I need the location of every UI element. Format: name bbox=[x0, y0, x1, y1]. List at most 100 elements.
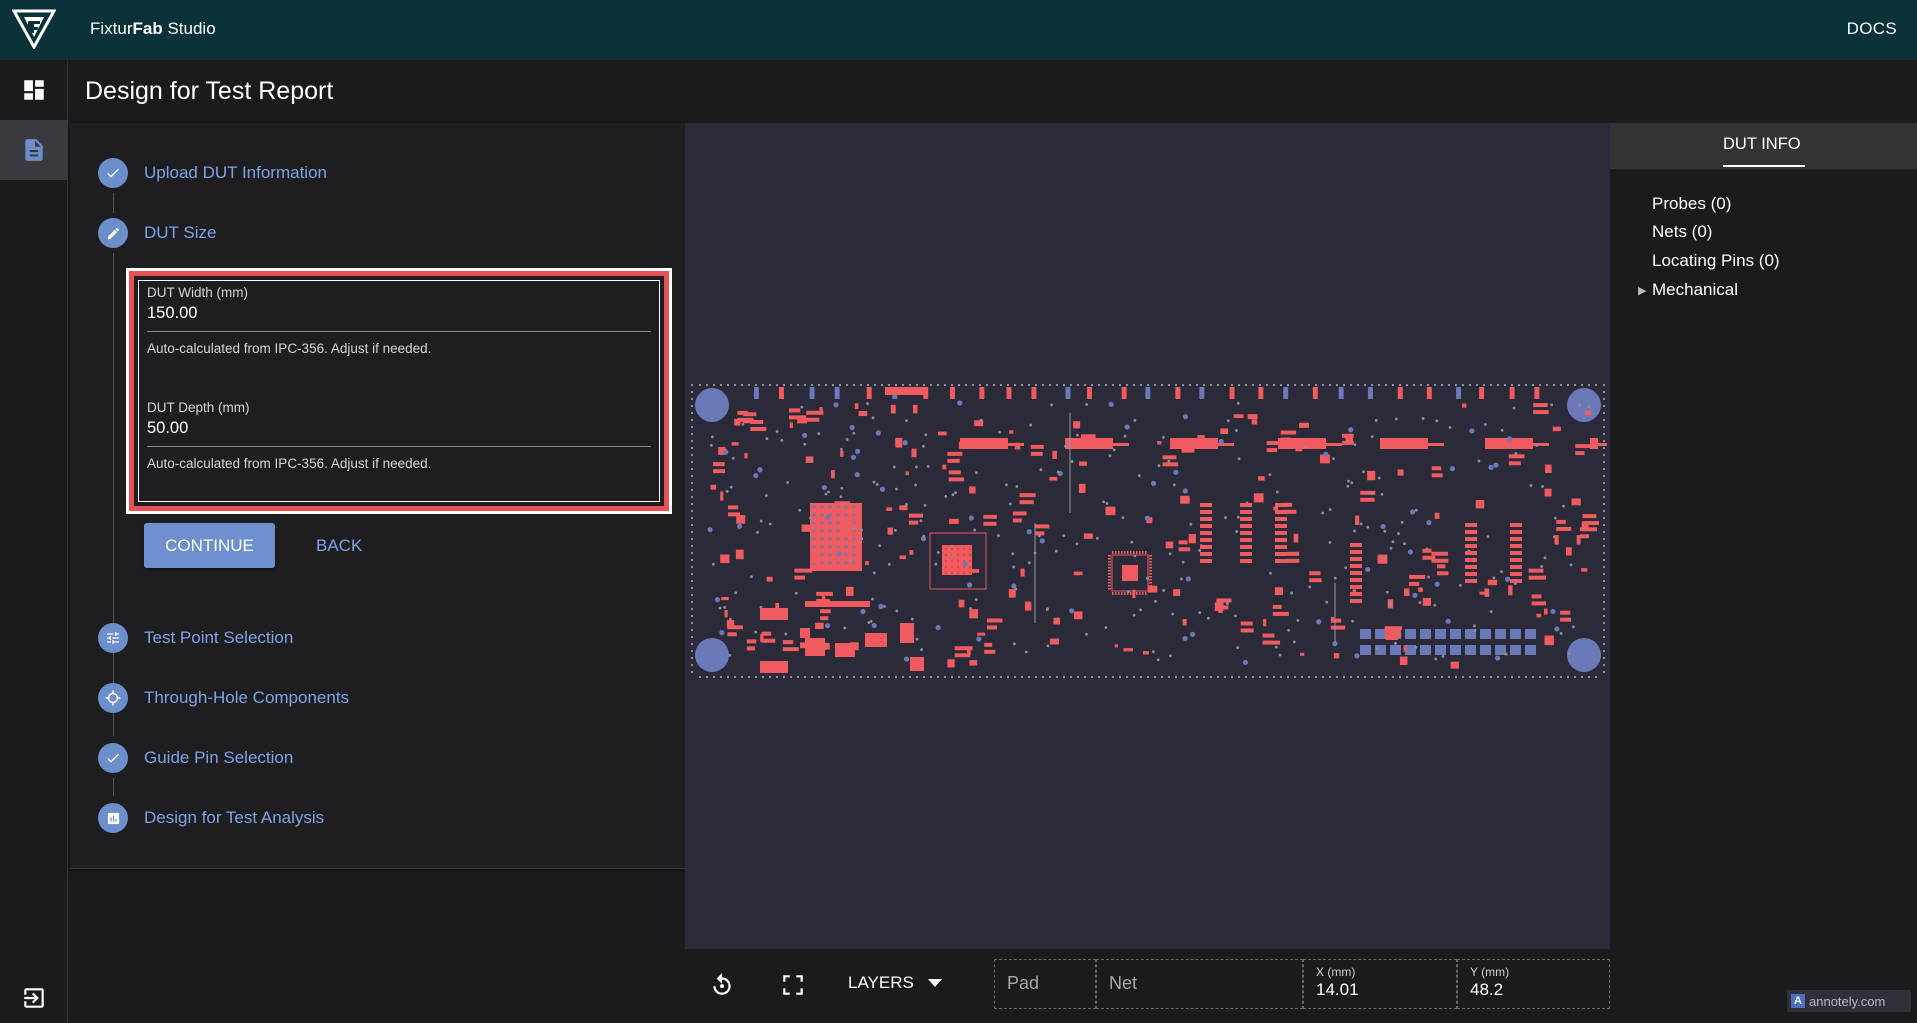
smd-pad bbox=[794, 568, 813, 573]
connector-pin bbox=[1510, 629, 1521, 639]
board-edge-dot bbox=[985, 383, 989, 387]
board-edge-dot bbox=[775, 383, 779, 387]
via bbox=[714, 597, 721, 603]
resistor-array bbox=[1465, 579, 1477, 583]
via bbox=[1056, 470, 1060, 474]
fixturfab-logo-icon[interactable] bbox=[12, 9, 56, 49]
expand-caret-icon[interactable]: ▶ bbox=[1638, 284, 1646, 297]
smd-pad bbox=[713, 462, 725, 467]
via bbox=[728, 653, 732, 657]
nav-dashboard-button[interactable] bbox=[0, 60, 68, 120]
via bbox=[872, 480, 876, 484]
step-test-point-selection[interactable]: Test Point Selection bbox=[98, 621, 293, 655]
net-field[interactable]: Net bbox=[1096, 959, 1303, 1009]
via bbox=[1505, 576, 1511, 582]
board-edge-dot bbox=[1020, 383, 1024, 387]
board-edge-dot bbox=[978, 383, 982, 387]
via bbox=[1144, 515, 1150, 521]
via bbox=[1473, 624, 1476, 628]
smd-pad bbox=[1309, 578, 1322, 583]
smd-pad bbox=[1554, 535, 1559, 545]
smd-pad bbox=[986, 618, 1003, 623]
board-edge-dot bbox=[1265, 675, 1269, 679]
smd-pad bbox=[1049, 476, 1058, 481]
continue-button[interactable]: CONTINUE bbox=[144, 523, 275, 568]
qfp-ball bbox=[968, 565, 972, 569]
board-edge-dot bbox=[1041, 675, 1045, 679]
board-edge-dot bbox=[1426, 675, 1430, 679]
tree-item-probes[interactable]: Probes (0) bbox=[1652, 194, 1731, 214]
smd-pad bbox=[1073, 571, 1083, 576]
step-dut-size[interactable]: DUT Size bbox=[98, 216, 216, 250]
via bbox=[1292, 640, 1296, 644]
board-edge-dot bbox=[1363, 383, 1367, 387]
board-edge-dot bbox=[1419, 675, 1423, 679]
via bbox=[871, 597, 874, 601]
docs-link[interactable]: DOCS bbox=[1847, 19, 1897, 39]
pad-strip bbox=[1380, 438, 1428, 449]
via bbox=[1402, 542, 1406, 546]
edge-pad bbox=[1479, 387, 1485, 399]
smd-pad bbox=[1008, 589, 1016, 598]
logout-button[interactable] bbox=[0, 973, 68, 1023]
nav-report-button[interactable] bbox=[0, 120, 68, 180]
step-design-for-test-analysis[interactable]: Design for Test Analysis bbox=[98, 801, 324, 835]
board-edge-dot bbox=[1461, 383, 1465, 387]
qfp-lead bbox=[1108, 588, 1111, 590]
step-upload-dut-information[interactable]: Upload DUT Information bbox=[98, 156, 327, 190]
board-edge-dot bbox=[1517, 675, 1521, 679]
via bbox=[1029, 423, 1033, 427]
board-edge-dot bbox=[1602, 537, 1606, 541]
via bbox=[1493, 462, 1499, 468]
board-edge-dot bbox=[1055, 383, 1059, 387]
board-edge-dot bbox=[1602, 516, 1606, 520]
via bbox=[854, 472, 860, 478]
board-edge-dot bbox=[1454, 383, 1458, 387]
bga-ball bbox=[828, 553, 832, 557]
board-edge-dot bbox=[1328, 675, 1332, 679]
edge-pad bbox=[834, 387, 840, 399]
smd-pad bbox=[1182, 618, 1187, 626]
via bbox=[1011, 552, 1015, 556]
fit-to-screen-button[interactable] bbox=[775, 967, 811, 1003]
back-button[interactable]: BACK bbox=[304, 523, 374, 568]
reset-rotation-button[interactable] bbox=[704, 967, 740, 1003]
smd-pad bbox=[1272, 604, 1282, 609]
tab-dut-info[interactable]: DUT INFO bbox=[1723, 135, 1801, 154]
via bbox=[707, 527, 713, 533]
dut-depth-input[interactable]: 50.00 bbox=[147, 419, 188, 438]
edge-pad bbox=[1367, 387, 1373, 399]
bga-ball bbox=[812, 537, 816, 541]
tree-item-mechanical[interactable]: Mechanical bbox=[1652, 280, 1738, 300]
via bbox=[1512, 406, 1516, 410]
board-edge-dot bbox=[1545, 675, 1549, 679]
board-edge-dot bbox=[1027, 675, 1031, 679]
pcb-layout-render[interactable] bbox=[690, 383, 1607, 679]
pad-strip bbox=[1424, 443, 1444, 446]
board-edge-dot bbox=[1013, 675, 1017, 679]
connector-pin bbox=[1510, 645, 1521, 655]
board-edge-dot bbox=[1139, 383, 1143, 387]
via bbox=[824, 623, 831, 629]
step-through-hole-components[interactable]: Through-Hole Components bbox=[98, 681, 349, 715]
board-edge-dot bbox=[1111, 675, 1115, 679]
step-guide-pin-selection[interactable]: Guide Pin Selection bbox=[98, 741, 293, 775]
dut-width-input[interactable]: 150.00 bbox=[147, 304, 197, 323]
edge-pad bbox=[1065, 387, 1071, 399]
pad-field[interactable]: Pad bbox=[994, 959, 1096, 1009]
layers-dropdown[interactable]: LAYERS bbox=[848, 973, 942, 993]
via bbox=[1359, 522, 1363, 526]
board-edge-dot bbox=[690, 460, 694, 464]
smd-pad bbox=[806, 417, 820, 422]
smd-pad bbox=[1073, 421, 1081, 429]
connector-pin bbox=[1405, 629, 1416, 639]
via bbox=[757, 467, 763, 473]
via bbox=[1449, 465, 1456, 472]
connector-pin bbox=[1375, 629, 1386, 639]
via bbox=[1012, 642, 1016, 646]
tree-item-nets[interactable]: Nets (0) bbox=[1652, 222, 1712, 242]
board-edge-dot bbox=[1027, 383, 1031, 387]
via bbox=[1008, 502, 1012, 506]
tree-item-locating-pins[interactable]: Locating Pins (0) bbox=[1652, 251, 1780, 271]
board-edge-dot bbox=[1195, 383, 1199, 387]
